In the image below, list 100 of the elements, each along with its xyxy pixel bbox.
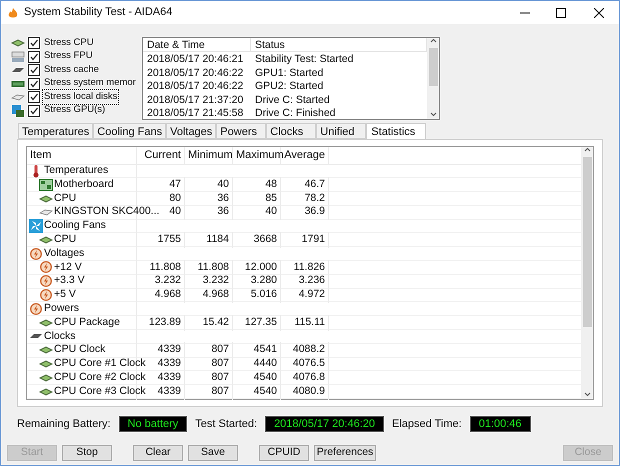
item-cell-text: Temperatures — [44, 163, 108, 178]
stress-option-label[interactable]: Stress GPU(s) — [43, 103, 106, 118]
action-button[interactable]: Preferences — [314, 445, 376, 461]
stress-option-label[interactable]: Stress FPU — [43, 49, 94, 64]
chip-icon — [39, 388, 53, 396]
scrollbar[interactable] — [427, 38, 439, 119]
value-cell: 4088.2 — [281, 342, 329, 358]
chip-icon — [39, 360, 53, 368]
value-cell: 123.89 — [137, 314, 185, 331]
value-cell: 46.7 — [281, 176, 329, 193]
item-cell-text: CPU Core #1 Clock — [54, 356, 146, 372]
column-header[interactable]: Current — [137, 147, 185, 164]
value-cell: 127.35 — [233, 314, 281, 331]
status-label: Remaining Battery: — [17, 416, 111, 432]
value-cell: 1755 — [137, 232, 185, 248]
value-cell: 36.9 — [281, 204, 329, 220]
log-cell-text: 2018/05/17 20:46:22 — [146, 79, 244, 92]
log-cell-text: GPU1: Started — [254, 66, 324, 79]
close-icon — [594, 8, 604, 18]
item-cell-text: Motherboard — [54, 176, 114, 192]
value-cell: 3.232 — [137, 273, 185, 290]
column-header[interactable]: Item — [27, 147, 137, 164]
value-cell: 4.968 — [137, 287, 185, 303]
item-cell-text: +5 V — [54, 287, 76, 302]
checkbox[interactable] — [28, 50, 40, 62]
scroll-up-icon[interactable] — [584, 147, 590, 153]
status-value: 01:00:46 — [470, 416, 531, 432]
action-button[interactable]: Stop — [62, 445, 112, 461]
status-value: No battery — [118, 416, 188, 432]
flame-icon — [7, 6, 19, 18]
lightning-icon — [40, 261, 52, 274]
log-cell-text: Stability Test: Started — [254, 52, 354, 66]
value-cell: 15.42 — [185, 314, 233, 331]
log-cell-text: 2018/05/17 21:37:20 — [146, 92, 244, 106]
scroll-down-icon[interactable] — [430, 111, 436, 117]
memory-icon — [11, 80, 25, 88]
window-title: System Stability Test - AIDA64 — [24, 5, 172, 20]
lightning-icon — [40, 289, 52, 302]
log-cell-text: Drive C: Finished — [254, 106, 337, 120]
value-cell: 4.968 — [185, 287, 233, 303]
action-button[interactable]: Clear — [133, 445, 183, 461]
tab[interactable]: Unified — [316, 123, 366, 139]
log-cell-text: 2018/05/17 21:45:58 — [146, 106, 244, 120]
thermometer-icon — [31, 164, 41, 178]
checkbox[interactable] — [28, 91, 40, 103]
action-button[interactable]: CPUID — [259, 445, 309, 461]
column-header[interactable]: Minimum — [185, 147, 233, 164]
item-cell-text: CPU Clock — [54, 342, 106, 358]
item-cell-text: +3.3 V — [54, 273, 85, 288]
checkbox[interactable] — [28, 64, 40, 76]
item-cell-text: Voltages — [44, 246, 84, 261]
tab[interactable]: Temperatures — [18, 123, 94, 139]
scroll-down-icon[interactable] — [584, 391, 590, 397]
maximize-icon — [556, 8, 566, 18]
value-cell: 36 — [185, 204, 233, 220]
tab[interactable]: Cooling Fans — [93, 123, 166, 139]
chip-icon — [39, 374, 53, 382]
column-header[interactable]: Date & Time — [143, 38, 251, 51]
value-cell: 78.2 — [281, 190, 329, 206]
tab[interactable]: Powers — [216, 123, 266, 139]
log-cell-text: Drive C: Started — [254, 92, 331, 106]
value-cell: 11.808 — [185, 260, 233, 276]
checkbox[interactable] — [28, 104, 40, 116]
tab[interactable]: Clocks — [266, 123, 316, 139]
action-button[interactable]: Save — [188, 445, 238, 461]
lightning-icon — [30, 248, 42, 260]
scroll-up-icon[interactable] — [430, 38, 436, 44]
chip-icon — [39, 236, 53, 244]
item-cell-text: KINGSTON SKC400... — [54, 204, 160, 220]
value-cell: 4080.9 — [281, 384, 329, 400]
status-value: 2018/05/17 20:46:20 — [265, 416, 384, 432]
value-cell: 5.016 — [233, 287, 281, 303]
status-label: Elapsed Time: — [392, 416, 462, 432]
stress-option-label[interactable]: Stress cache — [43, 62, 100, 78]
log-cell-text: 2018/05/17 20:46:21 — [146, 52, 244, 66]
lightning-icon — [30, 302, 42, 315]
item-cell-text: CPU — [54, 190, 76, 206]
item-cell-text: Cooling Fans — [44, 218, 106, 234]
stress-option-label[interactable]: Stress CPU — [43, 36, 95, 50]
stick-icon — [11, 66, 25, 74]
value-cell: 4540 — [233, 370, 281, 386]
chip-icon — [39, 346, 53, 354]
value-cell: 1184 — [185, 232, 233, 248]
drive-icon — [11, 93, 25, 101]
tab[interactable]: Voltages — [166, 123, 216, 139]
stress-option-label[interactable]: Stress system memor — [43, 76, 137, 91]
stress-option-label[interactable]: Stress local disks — [43, 90, 118, 104]
item-cell-text: Powers — [44, 301, 80, 316]
item-cell-text: CPU Core #3 Clock — [54, 384, 146, 399]
gpu-icon — [11, 104, 25, 118]
checkbox[interactable] — [28, 78, 40, 90]
checkbox[interactable] — [28, 37, 40, 49]
log-cell-text: 2018/05/17 20:46:22 — [146, 66, 244, 79]
tab[interactable]: Statistics — [366, 123, 426, 140]
value-cell: 3.236 — [281, 273, 329, 290]
value-cell: 4541 — [233, 342, 281, 358]
scrollbar[interactable] — [581, 147, 593, 399]
value-cell: 47 — [137, 176, 185, 193]
value-cell: 85 — [233, 190, 281, 206]
lightning-icon — [40, 275, 52, 288]
